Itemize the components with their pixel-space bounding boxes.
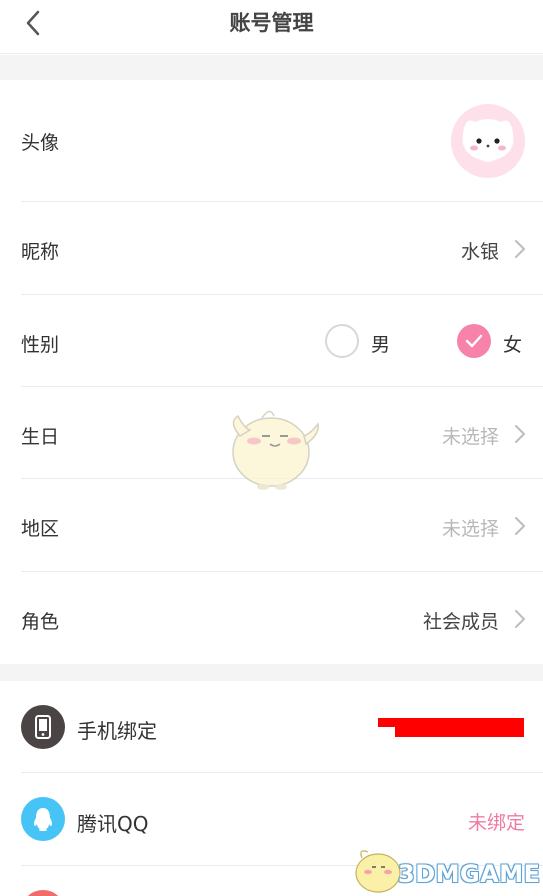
watermark-brand-text: 3DMGAME	[398, 860, 541, 888]
gender-row: 性别 男 女	[0, 295, 543, 387]
page-title: 账号管理	[229, 11, 314, 35]
gender-label: 性别	[21, 334, 60, 356]
nickname-value: 水银	[460, 241, 499, 263]
chevron-right-icon	[515, 240, 525, 258]
chevron-right-icon	[515, 610, 525, 628]
top-bar: 账号管理	[0, 0, 543, 54]
watermark-mascot-icon	[232, 410, 319, 490]
check-icon	[465, 334, 483, 348]
chevron-right-icon	[515, 517, 525, 535]
role-label: 角色	[21, 611, 60, 633]
qq-binding-status: 未绑定	[467, 812, 525, 834]
chevron-right-icon	[515, 425, 525, 443]
birthday-value: 未选择	[441, 426, 499, 448]
region-value: 未选择	[441, 518, 499, 540]
phone-icon	[21, 705, 65, 749]
gender-female-radio[interactable]	[457, 324, 491, 358]
gender-male-radio[interactable]	[325, 324, 359, 358]
region-label: 地区	[21, 518, 60, 540]
avatar-row[interactable]: 头像	[0, 80, 543, 202]
qq-binding-label: 腾讯QQ	[77, 812, 149, 836]
nickname-row[interactable]: 昵称 水银	[0, 202, 543, 295]
section-gap	[0, 55, 543, 80]
phone-binding-label: 手机绑定	[77, 719, 157, 743]
birthday-label: 生日	[21, 426, 60, 448]
qq-penguin-icon	[21, 797, 65, 841]
weibo-icon	[21, 890, 65, 896]
avatar-label: 头像	[21, 132, 60, 154]
redaction-bar	[395, 725, 524, 737]
cat-avatar-icon	[451, 104, 525, 178]
phone-binding-row[interactable]: 手机绑定	[0, 681, 543, 773]
section-gap	[0, 664, 543, 681]
avatar[interactable]	[451, 104, 525, 178]
role-row[interactable]: 角色 社会成员	[0, 572, 543, 664]
nickname-label: 昵称	[21, 241, 60, 263]
role-value: 社会成员	[422, 611, 499, 633]
gender-male-label: 男	[371, 334, 391, 356]
gender-female-label: 女	[503, 334, 523, 356]
